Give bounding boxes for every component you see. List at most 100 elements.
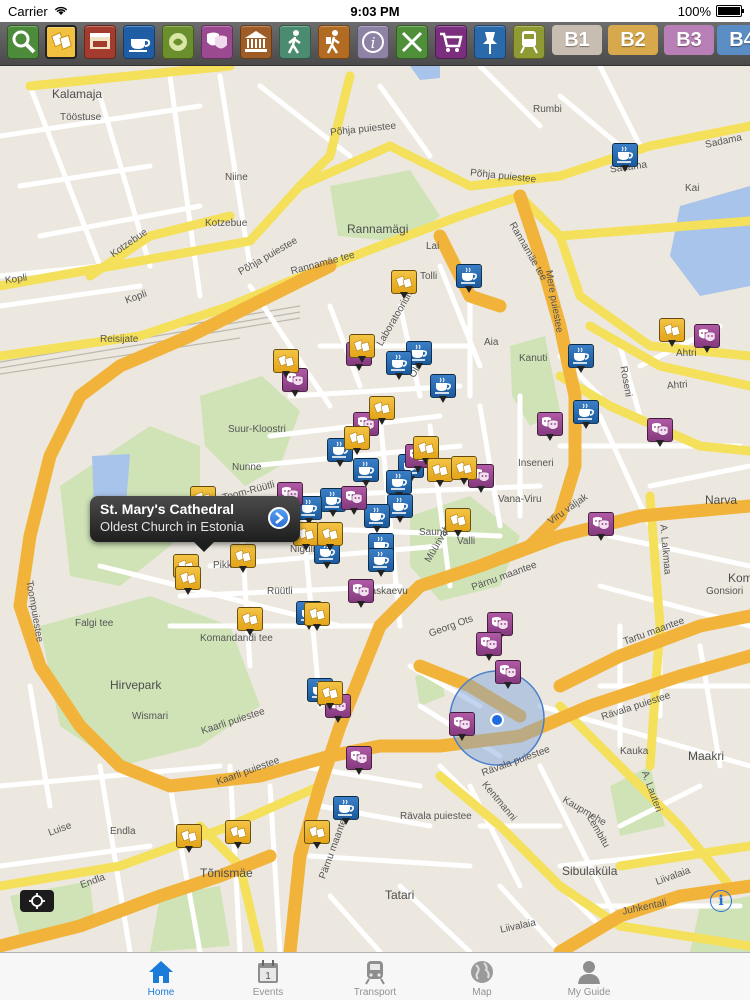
map-label: Suur-Kloostri	[228, 424, 286, 435]
theatre-pin[interactable]	[346, 746, 372, 776]
events-icon	[51, 32, 72, 51]
event-pin[interactable]	[225, 820, 251, 850]
event-pin[interactable]	[427, 458, 453, 488]
current-location-dot	[490, 713, 504, 727]
event-pin[interactable]	[317, 522, 343, 552]
train-filter-button[interactable]	[513, 25, 545, 59]
tab-events[interactable]: 1 Events	[215, 953, 322, 1000]
event-pin[interactable]	[273, 349, 299, 379]
tab-map[interactable]: Map	[429, 953, 536, 1000]
event-pin[interactable]	[175, 566, 201, 596]
cafe-pin[interactable]	[333, 796, 359, 826]
tab-bar: Home 1 Events Transport Map My Guide	[0, 952, 750, 1000]
tab-my-guide[interactable]: My Guide	[536, 953, 643, 1000]
cafe-pin[interactable]	[386, 351, 412, 381]
cafe-pin[interactable]	[456, 264, 482, 294]
floor-button-b4[interactable]: B4	[717, 25, 750, 55]
nature-filter-button[interactable]	[162, 25, 194, 59]
floor-button-b1[interactable]: B1	[552, 25, 602, 55]
theatre-pin[interactable]	[537, 412, 563, 442]
event-pin[interactable]	[304, 602, 330, 632]
event-pin[interactable]	[230, 544, 256, 574]
coffee-cup-icon	[435, 377, 451, 394]
cafe-pin[interactable]	[387, 494, 413, 524]
coffee-cup-icon	[358, 461, 374, 478]
coffee-cup-icon	[391, 473, 407, 490]
walking-filter-button[interactable]	[279, 25, 311, 59]
theatre-pin[interactable]	[476, 632, 502, 662]
cafe-filter-button[interactable]	[123, 25, 155, 59]
event-pin[interactable]	[344, 426, 370, 456]
tickets-icon	[373, 401, 391, 415]
pin-icon	[483, 32, 497, 54]
tab-home[interactable]: Home	[108, 953, 215, 1000]
city-map[interactable]: Kalamaja Tööstuse Niine Rannamägi Põhja …	[0, 66, 750, 952]
poi-callout[interactable]: St. Mary's Cathedral Oldest Church in Es…	[90, 496, 300, 552]
event-pin[interactable]	[369, 396, 395, 426]
carrier-label: Carrier	[8, 3, 48, 19]
event-pin[interactable]	[391, 270, 417, 300]
floor-button-b2[interactable]: B2	[608, 25, 658, 55]
theatre-pin[interactable]	[495, 660, 521, 690]
event-pin[interactable]	[349, 334, 375, 364]
tab-transport[interactable]: Transport	[322, 953, 429, 1000]
theatre-pin[interactable]	[647, 418, 673, 448]
search-icon	[12, 30, 36, 54]
museum-filter-button[interactable]	[240, 25, 272, 59]
cafe-pin[interactable]	[430, 374, 456, 404]
restaurant-filter-button[interactable]	[396, 25, 428, 59]
theatre-masks-icon	[454, 717, 471, 730]
theatre-filter-button[interactable]	[201, 25, 233, 59]
events-filter-button[interactable]	[45, 25, 77, 59]
locate-me-button[interactable]	[20, 890, 54, 912]
event-pin[interactable]	[176, 824, 202, 854]
info-filter-button[interactable]: i	[357, 25, 389, 59]
map-label: Tööstuse	[60, 112, 102, 123]
hiking-filter-button[interactable]	[318, 25, 350, 59]
tab-label: My Guide	[567, 987, 611, 998]
theatre-pin[interactable]	[341, 486, 367, 516]
map-label: Rävala puiestee	[400, 811, 472, 822]
event-pin[interactable]	[659, 318, 685, 348]
theatre-pin[interactable]	[694, 324, 720, 354]
theatre-pin[interactable]	[348, 579, 374, 609]
cafe-pin[interactable]	[368, 548, 394, 578]
callout-disclosure-button[interactable]	[268, 507, 290, 529]
tickets-icon	[449, 513, 467, 527]
event-pin[interactable]	[317, 681, 343, 711]
theatre-masks-icon	[492, 617, 509, 630]
cafe-pin[interactable]	[573, 400, 599, 430]
map-label: Ahtri	[666, 379, 689, 392]
floor-button-b3[interactable]: B3	[664, 25, 714, 55]
search-filter-button[interactable]	[7, 25, 39, 59]
shopping-cart-filter-button[interactable]	[435, 25, 467, 59]
event-pin[interactable]	[451, 456, 477, 486]
coffee-cup-icon	[392, 497, 408, 514]
map-label: Aia	[484, 337, 499, 348]
map-info-button[interactable]: i	[710, 890, 732, 912]
category-toolbar: i B1B2B3B4	[0, 22, 750, 66]
tickets-icon	[180, 829, 198, 843]
theatre-masks-icon	[699, 329, 716, 342]
tickets-icon	[663, 323, 681, 337]
theatre-pin[interactable]	[449, 712, 475, 742]
coffee-cup-icon	[617, 146, 633, 163]
theatre-masks-icon	[481, 637, 498, 650]
tickets-icon	[321, 527, 339, 541]
theatre-pin[interactable]	[588, 512, 614, 542]
cafe-pin[interactable]	[364, 504, 390, 534]
cafe-pin[interactable]	[568, 344, 594, 374]
cafe-pin[interactable]	[612, 143, 638, 173]
event-pin[interactable]	[237, 607, 263, 637]
nature-icon	[169, 33, 187, 51]
shopping-filter-button[interactable]	[84, 25, 116, 59]
pin-filter-button[interactable]	[474, 25, 506, 59]
map-label: Kom	[728, 571, 750, 585]
event-pin[interactable]	[445, 508, 471, 538]
map-label: Vana-Viru	[498, 494, 542, 505]
wifi-icon	[54, 6, 67, 15]
chevron-right-icon	[275, 512, 284, 524]
cafe-pin[interactable]	[353, 458, 379, 488]
map-label: Reisijate	[100, 334, 139, 345]
event-pin[interactable]	[304, 820, 330, 850]
